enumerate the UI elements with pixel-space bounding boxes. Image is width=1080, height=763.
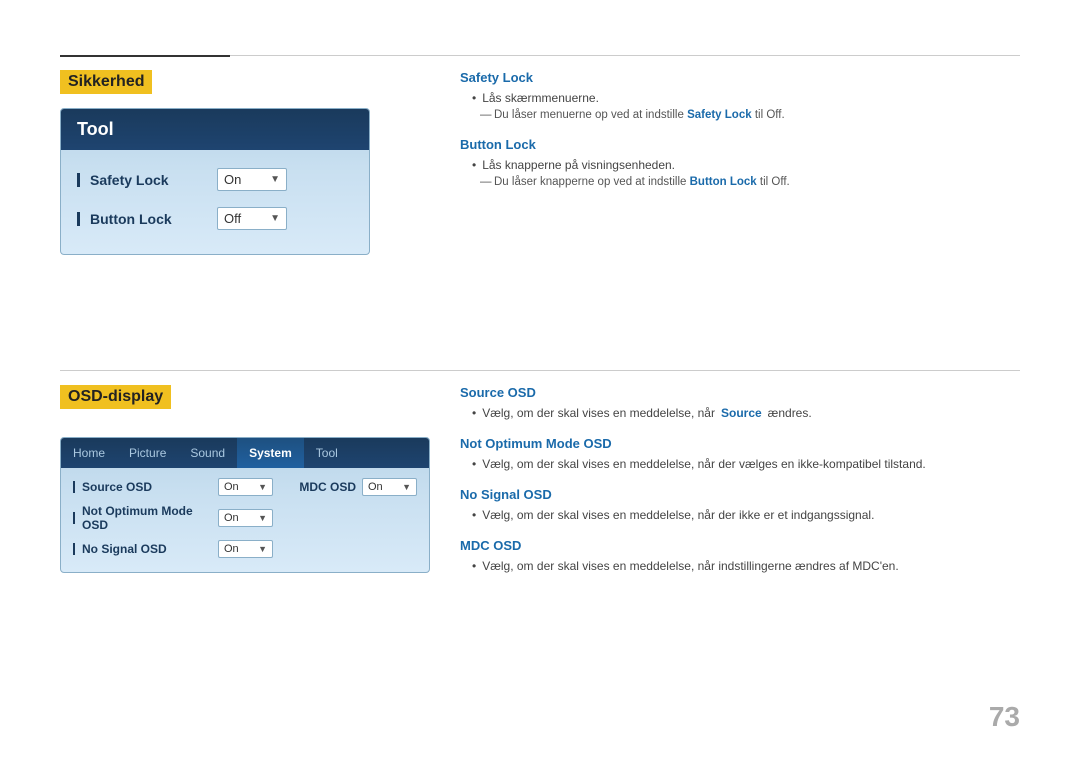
- no-signal-desc-title: No Signal OSD: [460, 487, 1020, 502]
- not-optimum-desc-bullet: Vælg, om der skal vises en meddelelse, n…: [472, 457, 1020, 471]
- sikkerhed-section: Sikkerhed Tool Safety Lock On ▼: [60, 70, 370, 255]
- tab-picture[interactable]: Picture: [117, 438, 178, 468]
- top-line-accent: [60, 55, 230, 57]
- button-lock-bullet: Lås knapperne på visningsenheden.: [472, 158, 1020, 172]
- safety-lock-bullet: Lås skærmmenuerne.: [472, 91, 1020, 105]
- not-optimum-row: Not Optimum Mode OSD On ▼: [73, 504, 417, 532]
- not-optimum-arrow-icon: ▼: [258, 513, 267, 523]
- osd-box: Home Picture Sound System Tool Source OS…: [60, 437, 430, 573]
- no-signal-label: No Signal OSD: [73, 542, 218, 556]
- osd-section: OSD-display Home Picture Sound System To…: [60, 385, 430, 573]
- safety-lock-value: On: [224, 172, 241, 187]
- sikkerhed-title: Sikkerhed: [60, 70, 152, 94]
- mdc-osd-arrow-icon: ▼: [402, 482, 411, 492]
- mdc-osd-desc-title: MDC OSD: [460, 538, 1020, 553]
- safety-lock-desc-group: Safety Lock Lås skærmmenuerne. Du låser …: [460, 70, 1020, 121]
- tool-box: Tool Safety Lock On ▼: [60, 108, 370, 255]
- button-lock-row: Button Lock Off ▼: [77, 207, 353, 230]
- no-signal-value: On: [224, 543, 239, 555]
- tab-tool[interactable]: Tool: [304, 438, 350, 468]
- page-container: Sikkerhed Tool Safety Lock On ▼: [0, 0, 1080, 763]
- tool-box-body: Safety Lock On ▼ Button Lock Off ▼: [61, 150, 369, 254]
- no-signal-select[interactable]: On ▼: [218, 540, 273, 558]
- safety-lock-sub-bold: Safety Lock: [687, 109, 752, 121]
- tab-sound[interactable]: Sound: [178, 438, 237, 468]
- mdc-osd-value: On: [368, 481, 383, 493]
- mdc-osd-label: MDC OSD: [299, 480, 356, 494]
- source-osd-desc-title: Source OSD: [460, 385, 1020, 400]
- not-optimum-desc-group: Not Optimum Mode OSD Vælg, om der skal v…: [460, 436, 1020, 471]
- safety-lock-row: Safety Lock On ▼: [77, 168, 353, 191]
- source-osd-desc-bullet: Vælg, om der skal vises en meddelelse, n…: [472, 406, 1020, 420]
- button-lock-desc-title: Button Lock: [460, 137, 1020, 152]
- safety-lock-desc-title: Safety Lock: [460, 70, 1020, 85]
- not-optimum-desc-title: Not Optimum Mode OSD: [460, 436, 1020, 451]
- button-lock-bar: [77, 212, 80, 226]
- mdc-osd-col: MDC OSD On ▼: [299, 478, 417, 496]
- source-osd-bar: [73, 481, 75, 493]
- source-osd-label: Source OSD: [73, 480, 218, 494]
- source-osd-value: On: [224, 481, 239, 493]
- no-signal-desc-group: No Signal OSD Vælg, om der skal vises en…: [460, 487, 1020, 522]
- no-signal-row: No Signal OSD On ▼: [73, 540, 417, 558]
- mid-line: [60, 370, 1020, 371]
- tab-home[interactable]: Home: [61, 438, 117, 468]
- tool-box-header: Tool: [61, 109, 369, 150]
- osd-descriptions: Source OSD Vælg, om der skal vises en me…: [460, 385, 1020, 589]
- osd-tabs: Home Picture Sound System Tool: [61, 438, 429, 468]
- source-osd-select[interactable]: On ▼: [218, 478, 273, 496]
- osd-body: Source OSD On ▼ MDC OSD On ▼: [61, 468, 429, 572]
- button-lock-select[interactable]: Off ▼: [217, 207, 287, 230]
- button-lock-value: Off: [224, 211, 241, 226]
- tab-system[interactable]: System: [237, 438, 304, 468]
- button-lock-arrow-icon: ▼: [270, 213, 280, 224]
- button-lock-sub-bold: Button Lock: [690, 176, 757, 188]
- source-osd-arrow-icon: ▼: [258, 482, 267, 492]
- button-lock-desc-group: Button Lock Lås knapperne på visningsenh…: [460, 137, 1020, 188]
- mdc-osd-select[interactable]: On ▼: [362, 478, 417, 496]
- not-optimum-bar: [73, 512, 75, 524]
- source-bold: Source: [721, 406, 762, 420]
- no-signal-desc-bullet: Vælg, om der skal vises en meddelelse, n…: [472, 508, 1020, 522]
- no-signal-arrow-icon: ▼: [258, 544, 267, 554]
- not-optimum-label: Not Optimum Mode OSD: [73, 504, 218, 532]
- safety-lock-arrow-icon: ▼: [270, 174, 280, 185]
- not-optimum-select[interactable]: On ▼: [218, 509, 273, 527]
- page-number: 73: [989, 701, 1020, 733]
- not-optimum-value: On: [224, 512, 239, 524]
- button-lock-sub: Du låser knapperne op ved at indstille B…: [480, 176, 1020, 188]
- safety-lock-bar: [77, 173, 80, 187]
- osd-title: OSD-display: [60, 385, 171, 409]
- mdc-osd-desc-group: MDC OSD Vælg, om der skal vises en medde…: [460, 538, 1020, 573]
- source-osd-row: Source OSD On ▼ MDC OSD On ▼: [73, 478, 417, 496]
- safety-lock-sub: Du låser menuerne op ved at indstille Sa…: [480, 109, 1020, 121]
- mdc-osd-desc-bullet: Vælg, om der skal vises en meddelelse, n…: [472, 559, 1020, 573]
- safety-lock-label: Safety Lock: [77, 172, 217, 188]
- no-signal-bar: [73, 543, 75, 555]
- source-osd-desc-group: Source OSD Vælg, om der skal vises en me…: [460, 385, 1020, 420]
- safety-lock-select[interactable]: On ▼: [217, 168, 287, 191]
- button-lock-label: Button Lock: [77, 211, 217, 227]
- sikkerhed-descriptions: Safety Lock Lås skærmmenuerne. Du låser …: [460, 70, 1020, 204]
